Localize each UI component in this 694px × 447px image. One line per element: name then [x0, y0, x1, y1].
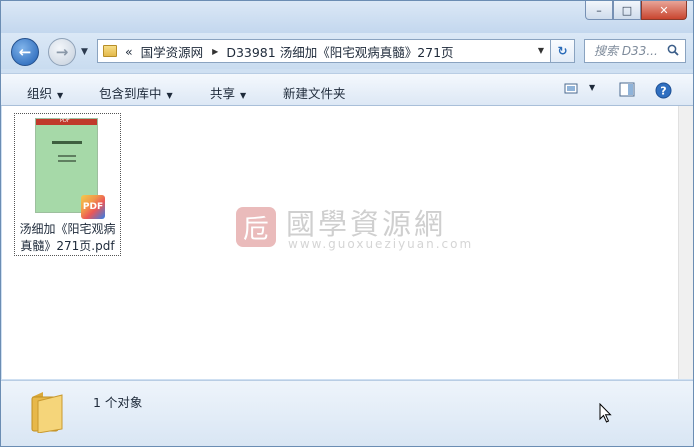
vertical-scrollbar[interactable] [678, 106, 693, 379]
explorer-window: – □ ✕ ← → ▼ « 国学资源网 ▶ D33981 汤细加《阳宅观病真髓》… [0, 0, 694, 447]
pdf-file-icon: PDF [81, 195, 105, 219]
thumbnail-text-line [58, 160, 76, 162]
maximize-button[interactable]: □ [613, 1, 641, 20]
address-bar[interactable]: « 国学资源网 ▶ D33981 汤细加《阳宅观病真髓》271页 ▼ [97, 39, 551, 63]
title-bar: – □ ✕ [1, 1, 693, 33]
preview-pane-icon[interactable] [619, 82, 635, 97]
help-icon[interactable]: ? [655, 82, 672, 99]
forward-arrow-icon: → [55, 43, 69, 61]
back-arrow-icon: ← [18, 43, 32, 61]
file-name[interactable]: 汤细加《阳宅观病真髓》271页.pdf [15, 221, 120, 255]
watermark-url: www.guoxueziyuan.com [288, 237, 474, 251]
back-button[interactable]: ← [11, 38, 39, 66]
caret-down-icon: ▼ [240, 91, 247, 100]
watermark-seal-icon: 卮 [236, 207, 276, 247]
window-controls: – □ ✕ [585, 1, 687, 20]
address-dropdown-icon[interactable]: ▼ [538, 46, 544, 55]
organize-menu[interactable]: 组织 ▼ [27, 83, 63, 102]
navigation-bar: ← → ▼ « 国学资源网 ▶ D33981 汤细加《阳宅观病真髓》271页 ▼… [1, 33, 693, 69]
folder-icon [31, 392, 63, 433]
thumbnail-text-line [58, 155, 76, 157]
share-menu[interactable]: 共享 ▼ [210, 83, 246, 102]
refresh-button[interactable]: ↻ [551, 39, 575, 63]
details-pane: 1 个对象 [1, 380, 693, 446]
view-options-dropdown-icon[interactable]: ▼ [589, 83, 595, 92]
refresh-icon: ↻ [557, 44, 568, 58]
mouse-cursor-icon [599, 403, 612, 423]
share-label: 共享 [210, 86, 236, 101]
change-view-icon[interactable] [564, 82, 580, 96]
minimize-button[interactable]: – [585, 1, 613, 20]
command-bar: 组织 ▼ 包含到库中 ▼ 共享 ▼ 新建文件夹 ▼ ? [1, 73, 693, 106]
caret-down-icon: ▼ [57, 91, 64, 100]
include-in-library-label: 包含到库中 [99, 86, 162, 101]
new-folder-button[interactable]: 新建文件夹 [283, 83, 346, 102]
caret-down-icon: ▼ [166, 91, 173, 100]
folder-icon [103, 45, 117, 57]
file-list-area[interactable]: PDF PDF 汤细加《阳宅观病真髓》271页.pdf 卮 國學資源網 www.… [2, 106, 678, 379]
close-button[interactable]: ✕ [641, 1, 687, 20]
svg-text:?: ? [660, 85, 666, 98]
item-count: 1 个对象 [93, 395, 143, 410]
include-in-library-menu[interactable]: 包含到库中 ▼ [99, 83, 173, 102]
file-item[interactable]: PDF PDF 汤细加《阳宅观病真髓》271页.pdf [14, 113, 121, 256]
breadcrumb-chevron-icon[interactable]: ▶ [212, 47, 218, 56]
organize-label: 组织 [27, 86, 53, 101]
history-dropdown-icon[interactable]: ▼ [81, 47, 88, 57]
pdf-badge-label: PDF [82, 202, 104, 212]
search-icon[interactable] [667, 44, 679, 56]
search-box[interactable] [584, 39, 686, 63]
thumbnail-band-text: PDF [60, 118, 70, 124]
breadcrumb-item-root[interactable]: 国学资源网 [141, 42, 204, 61]
search-input[interactable] [592, 43, 674, 59]
breadcrumb-item-current[interactable]: D33981 汤细加《阳宅观病真髓》271页 [226, 42, 453, 61]
forward-button[interactable]: → [48, 38, 76, 66]
new-folder-label: 新建文件夹 [283, 86, 346, 101]
thumbnail-title-line [52, 141, 82, 144]
breadcrumb-overflow[interactable]: « [125, 44, 133, 59]
